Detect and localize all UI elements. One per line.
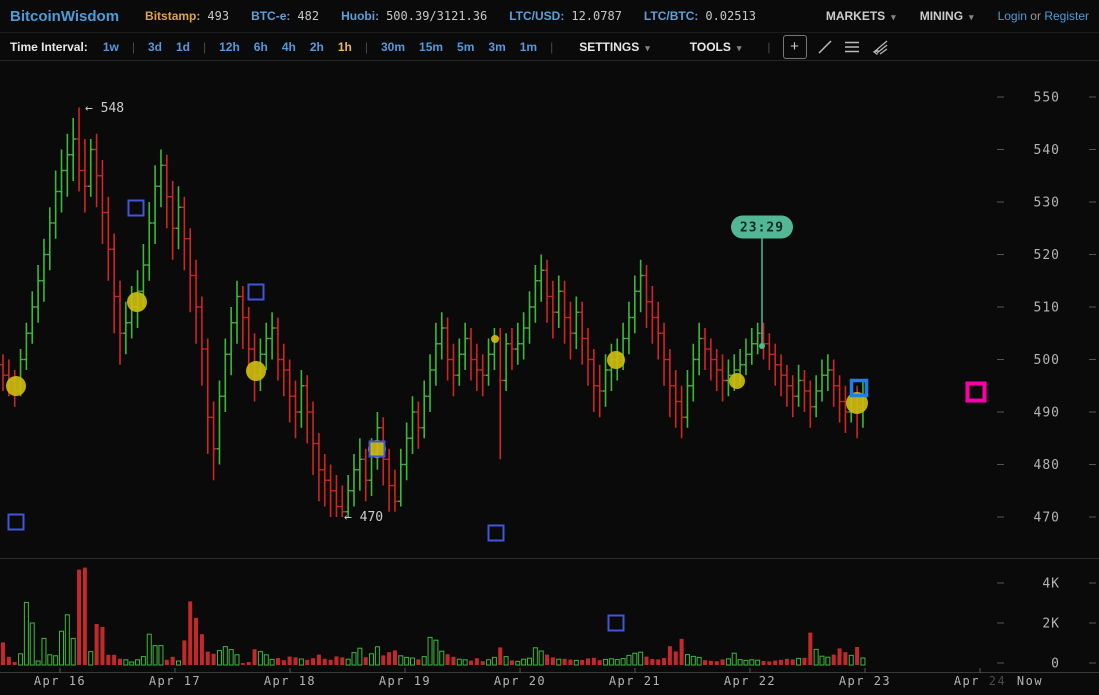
settings-menu[interactable]: SETTINGS ▾ — [579, 40, 650, 54]
price-axis-label: 470 — [1034, 511, 1060, 526]
yellow-circle-marker[interactable] — [607, 351, 625, 369]
yellow-circle-marker[interactable] — [6, 376, 26, 396]
settings-menu-label: SETTINGS — [579, 40, 639, 54]
date-label: Apr 18 — [264, 674, 316, 688]
ticker-item: Huobi: 500.39/3121.36 — [341, 9, 487, 23]
price-volume-chart[interactable]: 550 540 530 520 510 500 490 480 470 4K 2K 0 Apr 16 Ap… — [0, 0, 1099, 690]
date-label: Apr 20 — [494, 674, 546, 688]
divider: | — [365, 40, 368, 54]
chart-background — [0, 0, 1099, 690]
ticker-label: BTC-e: — [251, 9, 290, 23]
divider: | — [132, 40, 135, 54]
interval-30m[interactable]: 30m — [381, 40, 405, 54]
ticker-item: LTC/USD: 12.0787 — [509, 9, 622, 23]
chevron-down-icon: ▾ — [969, 12, 974, 22]
volume-axis-label: 0 — [1051, 657, 1060, 672]
interval-1h[interactable]: 1h — [338, 40, 352, 54]
volume-axis-label: 2K — [1042, 617, 1060, 632]
ticker-value: 493 — [207, 9, 229, 23]
yellow-circle-marker[interactable] — [246, 361, 266, 381]
low-annotation: ← 470 — [344, 510, 383, 525]
interval-15m[interactable]: 15m — [419, 40, 443, 54]
mining-menu[interactable]: MINING ▾ — [920, 9, 974, 23]
price-axis-label: 480 — [1034, 458, 1060, 473]
interval-1d[interactable]: 1d — [176, 40, 190, 54]
price-axis-label: 500 — [1034, 353, 1060, 368]
ticker-value: 0.02513 — [705, 9, 756, 23]
date-label: Apr 22 — [724, 674, 776, 688]
ticker-label: Huobi: — [341, 9, 379, 23]
ticker-label: LTC/BTC: — [644, 9, 698, 23]
price-axis-label: 510 — [1034, 301, 1060, 316]
yellow-circle-marker[interactable] — [491, 335, 499, 343]
chevron-down-icon: ▾ — [645, 43, 650, 53]
ticker-value: 482 — [297, 9, 319, 23]
interval-4h[interactable]: 4h — [282, 40, 296, 54]
yellow-circle-marker[interactable] — [729, 373, 745, 389]
toolbar: Time Interval: 1w | 3d 1d | 12h 6h 4h 2h 1h | 30m 15… — [0, 33, 1099, 61]
time-interval-label: Time Interval: — [10, 40, 88, 54]
logo[interactable]: BitcoinWisdom — [10, 8, 119, 25]
price-axis-label: 550 — [1034, 91, 1060, 106]
markets-menu[interactable]: MARKETS ▾ — [826, 9, 896, 23]
price-axis-label: 520 — [1034, 248, 1060, 263]
chart-area[interactable]: 550 540 530 520 510 500 490 480 470 4K 2K 0 Apr 16 Ap… — [0, 0, 1099, 695]
yellow-circle-marker[interactable] — [127, 292, 147, 312]
trendline-icon[interactable] — [816, 38, 834, 56]
date-label: Apr 23 — [839, 674, 891, 688]
tool-icons: + — [783, 35, 890, 59]
divider: | — [203, 40, 206, 54]
interval-3m[interactable]: 3m — [488, 40, 505, 54]
interval-12h[interactable]: 12h — [219, 40, 240, 54]
yellow-circle-marker[interactable] — [368, 440, 386, 458]
date-label: Apr 21 — [609, 674, 661, 688]
top-header: BitcoinWisdom Bitstamp: 493 BTC-e: 482 Huobi… — [0, 0, 1099, 33]
ticker-value: 12.0787 — [571, 9, 622, 23]
tools-menu-label: TOOLS — [690, 40, 731, 54]
ticker-item: Bitstamp: 493 — [145, 9, 229, 23]
date-label: Apr 16 — [34, 674, 86, 688]
interval-1w[interactable]: 1w — [103, 40, 119, 54]
ticker-list: Bitstamp: 493 BTC-e: 482 Huobi: 500.39/3121.3… — [145, 9, 778, 23]
interval-5m[interactable]: 5m — [457, 40, 474, 54]
fan-lines-icon[interactable] — [870, 38, 890, 56]
interval-6h[interactable]: 6h — [254, 40, 268, 54]
interval-2h[interactable]: 2h — [310, 40, 324, 54]
login-link[interactable]: Login — [998, 9, 1027, 23]
divider: | — [550, 40, 553, 54]
date-label: Apr 24 — [954, 674, 1006, 688]
divider: | — [767, 40, 770, 54]
now-label: Now — [1017, 674, 1043, 688]
date-label: Apr 17 — [149, 674, 201, 688]
markets-menu-label: MARKETS — [826, 9, 885, 23]
price-axis-label: 490 — [1034, 406, 1060, 421]
date-label: Apr 19 — [379, 674, 431, 688]
ticker-item: BTC-e: 482 — [251, 9, 319, 23]
chevron-down-icon: ▾ — [737, 43, 742, 53]
mining-menu-label: MINING — [920, 9, 963, 23]
high-annotation: ← 548 — [85, 101, 124, 116]
interval-1m[interactable]: 1m — [520, 40, 537, 54]
auth-links: Login or Register — [998, 9, 1089, 23]
volume-axis-label: 4K — [1042, 577, 1060, 592]
tooltip-time-label: 23:29 — [740, 221, 784, 236]
horizontal-lines-icon[interactable] — [843, 38, 861, 56]
price-axis-label: 530 — [1034, 196, 1060, 211]
chevron-down-icon: ▾ — [891, 12, 896, 22]
interval-list: 1w | 3d 1d | 12h 6h 4h 2h 1h | 30m 15m 5m 3m 1m — [96, 40, 544, 54]
crosshair-icon[interactable]: + — [783, 35, 807, 59]
auth-or-text: or — [1030, 9, 1041, 23]
interval-3d[interactable]: 3d — [148, 40, 162, 54]
ticker-item: LTC/BTC: 0.02513 — [644, 9, 756, 23]
price-axis-label: 540 — [1034, 143, 1060, 158]
ticker-label: LTC/USD: — [509, 9, 564, 23]
register-link[interactable]: Register — [1044, 9, 1089, 23]
ticker-label: Bitstamp: — [145, 9, 200, 23]
tools-menu[interactable]: TOOLS ▾ — [690, 40, 742, 54]
ticker-value: 500.39/3121.36 — [386, 9, 487, 23]
